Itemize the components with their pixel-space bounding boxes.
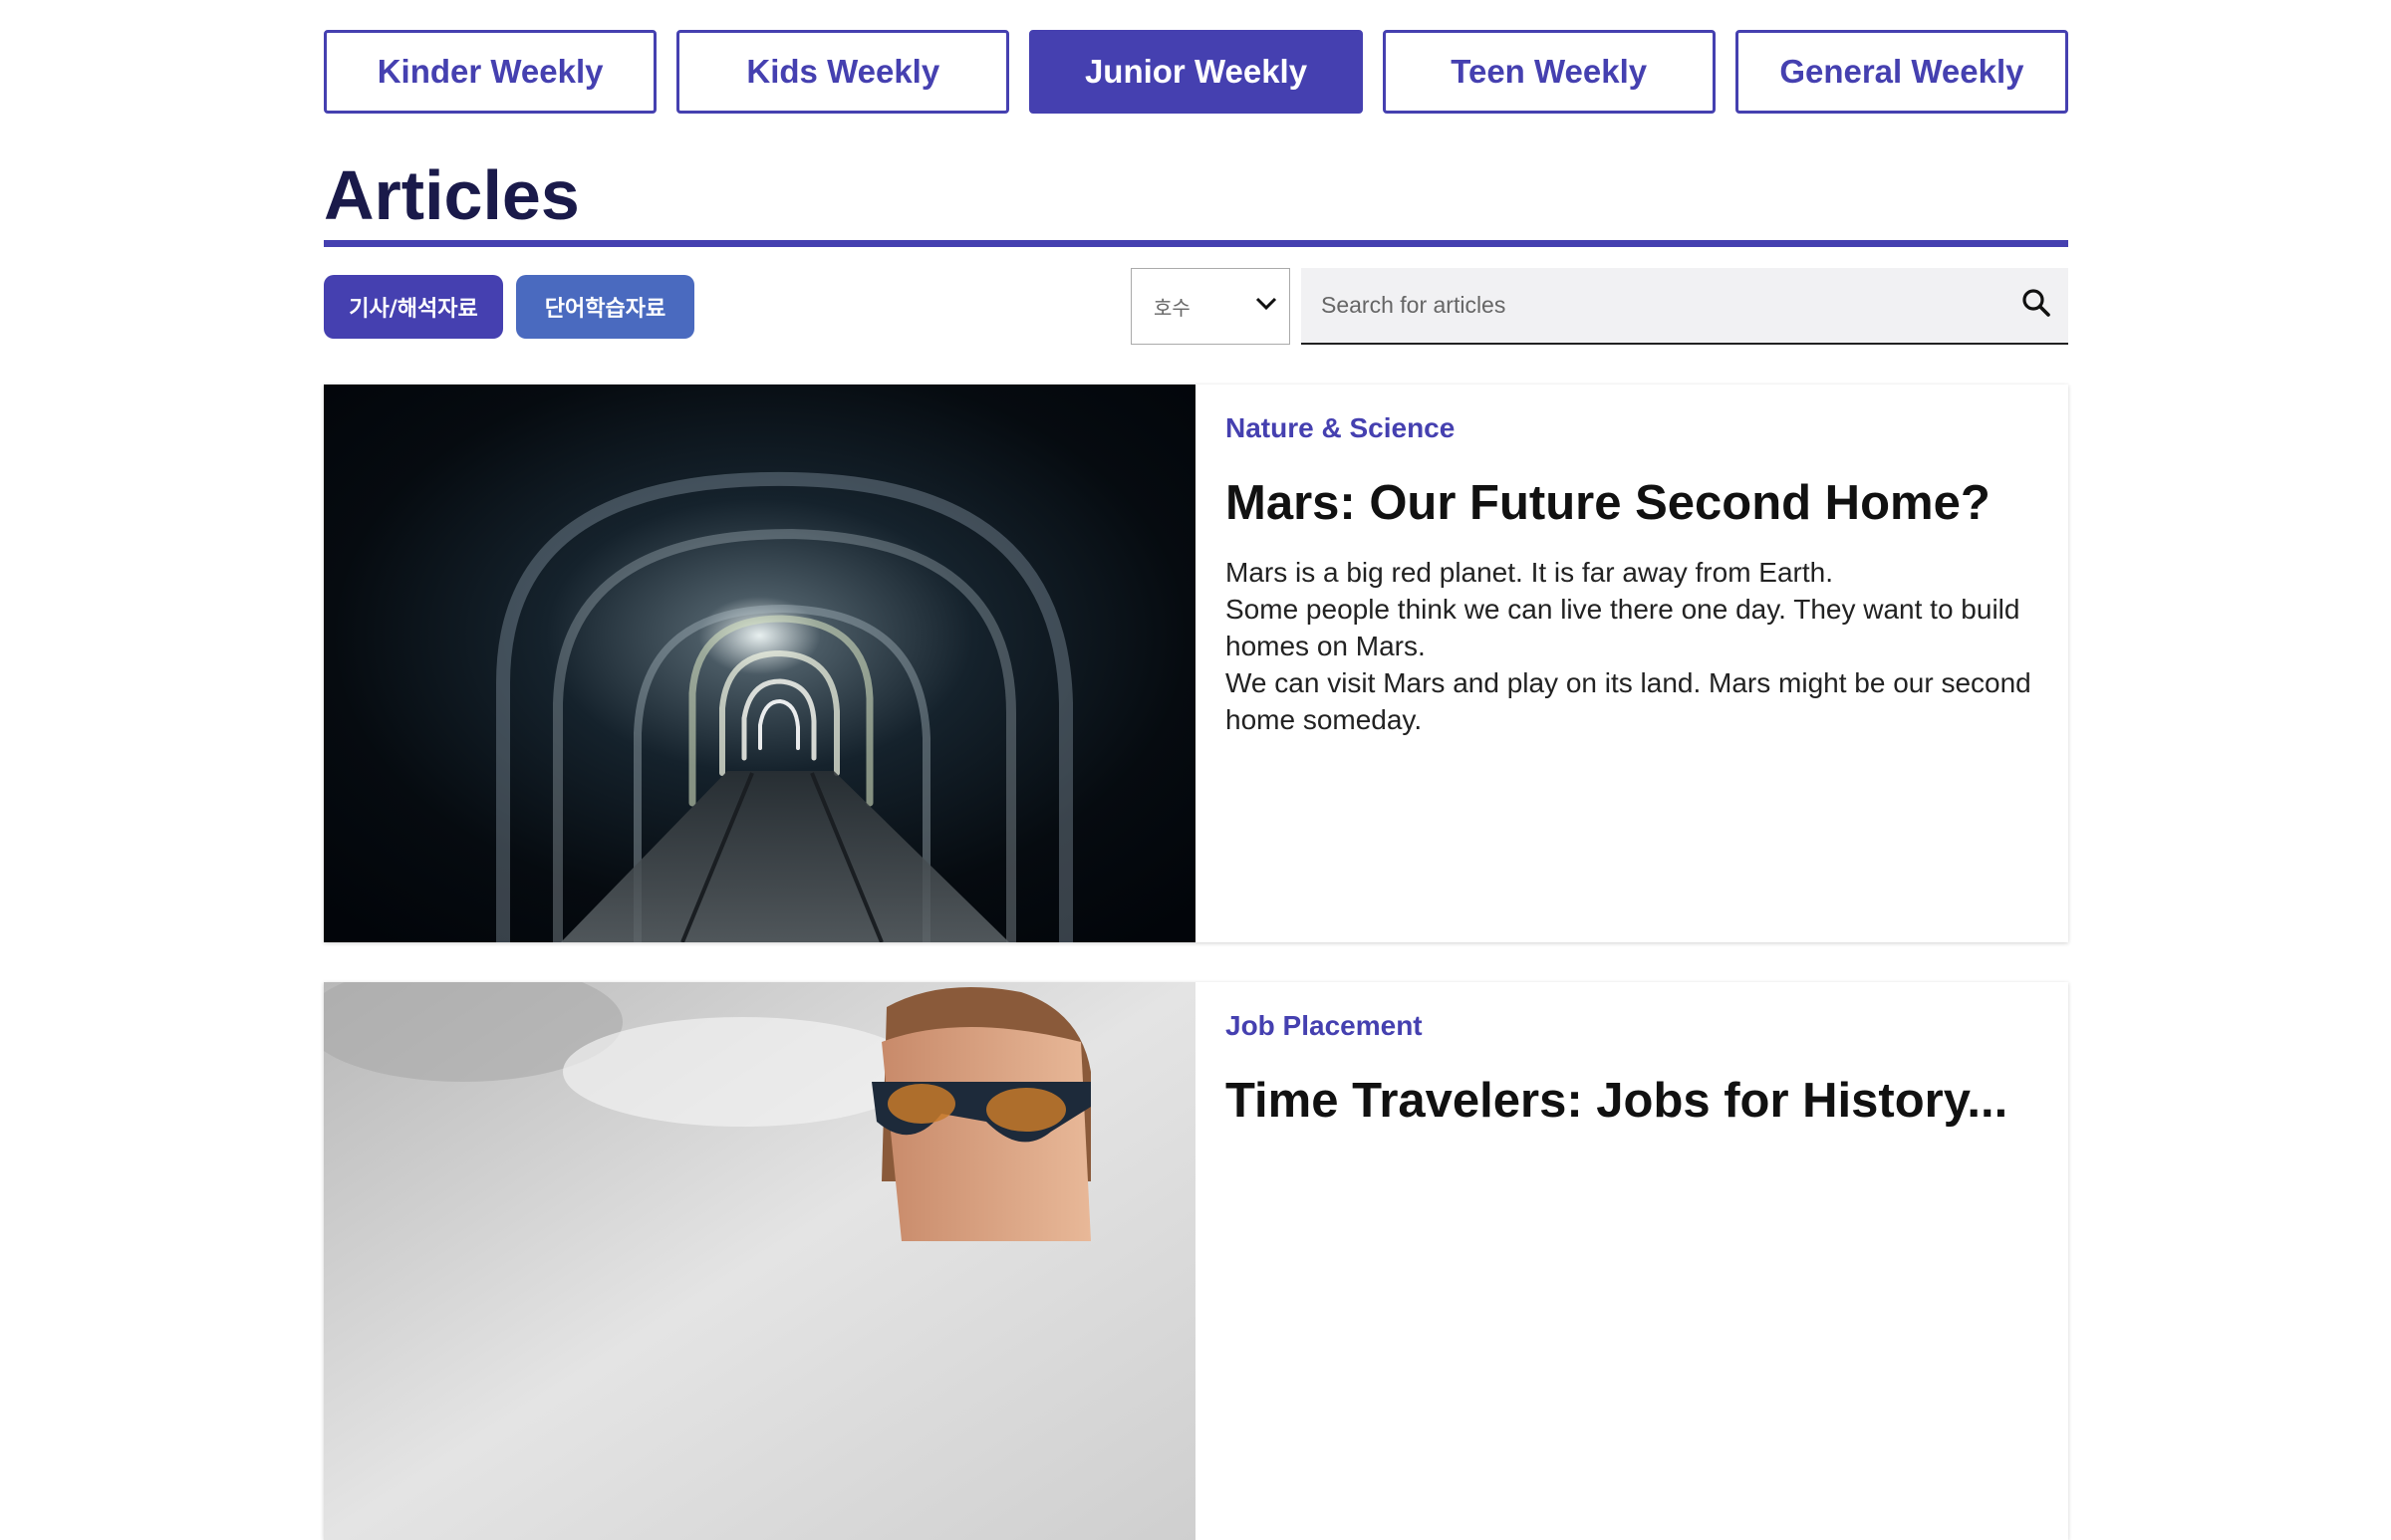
article-title[interactable]: Mars: Our Future Second Home? (1225, 474, 2038, 532)
search-box (1301, 268, 2068, 345)
chevron-down-icon (1255, 297, 1277, 316)
summary-line: We can visit Mars and play on its land. … (1225, 667, 2031, 735)
article-card[interactable]: Job Placement Time Travelers: Jobs for H… (324, 982, 2068, 1540)
weekly-tabs: Kinder Weekly Kids Weekly Junior Weekly … (324, 30, 2069, 114)
summary-line: Some people think we can live there one … (1225, 594, 2020, 661)
article-card[interactable]: Nature & Science Mars: Our Future Second… (324, 385, 2068, 942)
tab-kinder-weekly[interactable]: Kinder Weekly (324, 30, 658, 114)
summary-line: Mars is a big red planet. It is far away… (1225, 557, 1834, 588)
tab-kids-weekly[interactable]: Kids Weekly (676, 30, 1010, 114)
tab-general-weekly[interactable]: General Weekly (1734, 30, 2069, 114)
article-content: Job Placement Time Travelers: Jobs for H… (1196, 982, 2068, 1540)
article-thumbnail-tunnel (324, 385, 1196, 942)
article-title[interactable]: Time Travelers: Jobs for History... (1225, 1072, 2038, 1130)
tab-junior-weekly[interactable]: Junior Weekly (1029, 30, 1363, 114)
search-input[interactable] (1301, 268, 2004, 343)
title-divider (324, 240, 2068, 247)
search-button[interactable] (2004, 268, 2068, 343)
page-title: Articles (324, 156, 580, 234)
article-content: Nature & Science Mars: Our Future Second… (1196, 385, 2068, 942)
issue-select[interactable]: 호수 (1131, 268, 1290, 345)
article-material-button[interactable]: 기사/해석자료 (324, 275, 503, 339)
issue-select-value: 호수 (1154, 296, 1191, 320)
search-icon (2021, 288, 2051, 323)
article-thumbnail-man (324, 982, 1196, 1540)
article-summary: Mars is a big red planet. It is far away… (1225, 554, 2038, 738)
article-category[interactable]: Job Placement (1225, 1010, 2038, 1042)
article-category[interactable]: Nature & Science (1225, 412, 2038, 444)
tab-teen-weekly[interactable]: Teen Weekly (1382, 30, 1716, 114)
vocab-material-button[interactable]: 단어학습자료 (516, 275, 694, 339)
